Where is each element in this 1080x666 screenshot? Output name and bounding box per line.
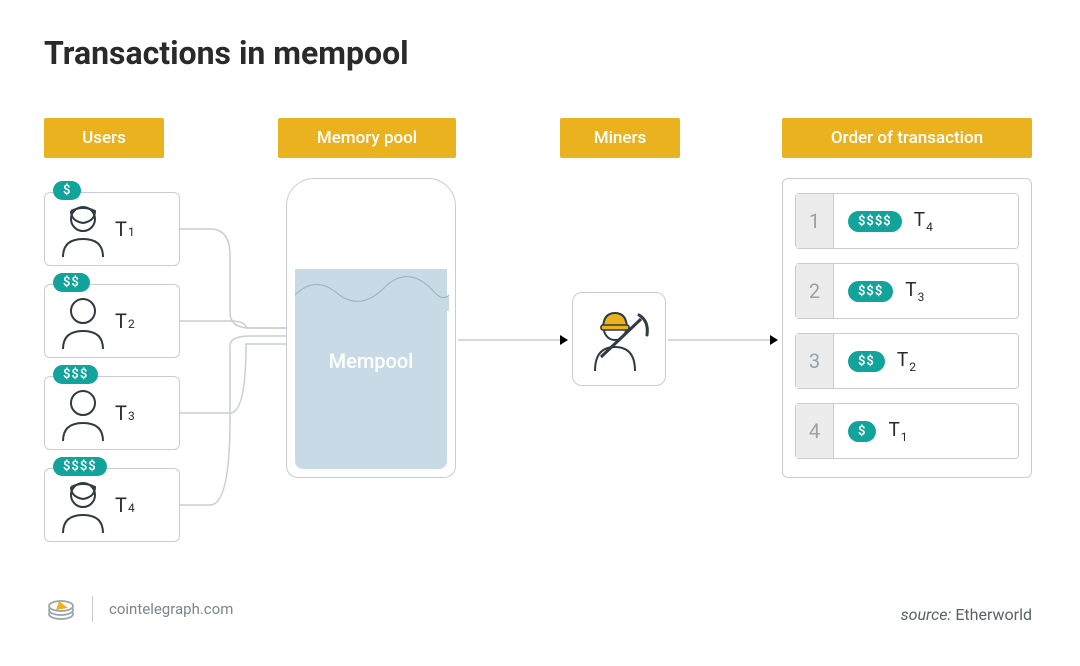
order-tx-label: T2 [897, 348, 917, 374]
user-avatar-icon [51, 289, 115, 353]
col-label-users: Users [44, 118, 164, 158]
footer-divider [92, 596, 93, 622]
source-name-text: Etherworld [955, 605, 1032, 624]
order-fee-badge: $$ [848, 351, 885, 372]
order-tx-label: T3 [905, 278, 925, 304]
order-fee-badge: $$$$ [848, 211, 902, 232]
user-card-2: $$ T2 [44, 284, 180, 358]
mempool-wave-icon [295, 271, 449, 311]
order-row-2: 2 $$$ T3 [795, 263, 1019, 319]
user-card-4: $$$$ T4 [44, 468, 180, 542]
mempool-label: Mempool [287, 349, 455, 373]
user-avatar-icon [51, 197, 115, 261]
user-avatar-icon [51, 381, 115, 445]
order-rank: 3 [796, 334, 834, 388]
tx-label: T2 [115, 309, 136, 333]
order-row-4: 4 $ T1 [795, 403, 1019, 459]
footer-left: cointelegraph.com [46, 594, 233, 624]
fee-badge: $ [53, 181, 81, 200]
fee-badge: $$ [53, 273, 90, 292]
user-card-3: $$$ T3 [44, 376, 180, 450]
order-rank: 2 [796, 264, 834, 318]
tx-label: T4 [115, 493, 136, 517]
order-fee-badge: $$$ [848, 281, 893, 302]
tx-label: T3 [115, 401, 136, 425]
footer-right: source: Etherworld [901, 605, 1032, 624]
source-label: source: [901, 605, 952, 624]
page-title: Transactions in mempool [44, 34, 409, 72]
tx-label: T1 [115, 217, 136, 241]
order-fee-badge: $ [848, 421, 876, 442]
order-rank: 4 [796, 404, 834, 458]
order-rank: 1 [796, 194, 834, 248]
col-label-mempool: Memory pool [278, 118, 456, 158]
miner-icon [581, 301, 657, 377]
user-avatar-icon [51, 473, 115, 537]
cointelegraph-logo-icon [46, 594, 76, 624]
fee-badge: $$$ [53, 365, 98, 384]
col-label-order: Order of transaction [782, 118, 1032, 158]
order-tx-label: T1 [888, 418, 908, 444]
mempool-container: Mempool [286, 178, 456, 478]
order-panel: 1 $$$$ T4 2 $$$ T3 3 $$ T2 4 $ T1 [782, 178, 1032, 478]
col-label-miners: Miners [560, 118, 680, 158]
order-row-1: 1 $$$$ T4 [795, 193, 1019, 249]
footer-site: cointelegraph.com [109, 600, 233, 618]
order-tx-label: T4 [914, 208, 934, 234]
order-row-3: 3 $$ T2 [795, 333, 1019, 389]
user-card-1: $ T1 [44, 192, 180, 266]
miner-box [572, 292, 666, 386]
fee-badge: $$$$ [53, 457, 107, 476]
